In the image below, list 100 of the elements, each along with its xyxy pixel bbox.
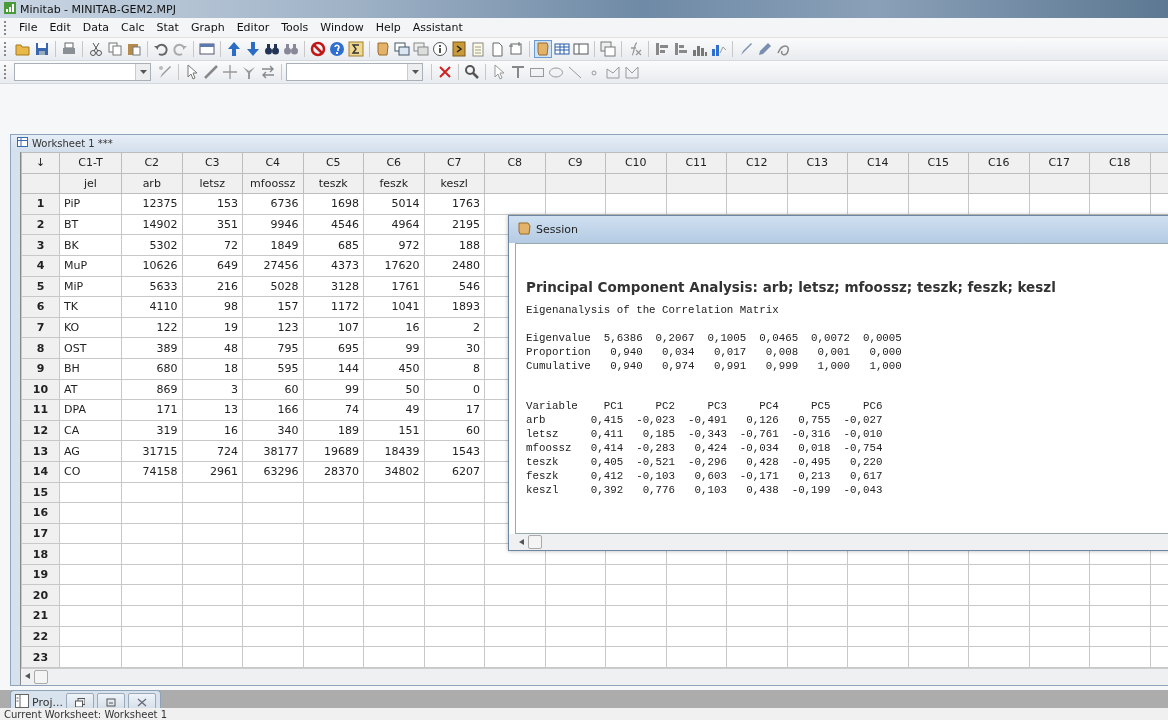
dropdown-field[interactable] (14, 63, 151, 81)
crosshair-icon[interactable] (221, 63, 239, 81)
column-header[interactable]: C13 (787, 152, 848, 174)
menu-item[interactable]: Window (314, 19, 370, 36)
panel-icon[interactable] (572, 40, 590, 58)
table-cell: 16 (363, 317, 424, 338)
table-cell: 18439 (363, 440, 424, 462)
restore-button[interactable] (66, 693, 94, 708)
row-number[interactable]: 23 (21, 646, 60, 668)
row-number[interactable]: 14 (21, 461, 60, 482)
search-icon[interactable] (463, 63, 481, 81)
scrollbar-thumb[interactable] (528, 535, 542, 549)
menu-item[interactable]: Tools (275, 19, 315, 36)
up-arrow-icon[interactable] (225, 40, 243, 58)
row-number[interactable]: 8 (21, 337, 60, 359)
row-number[interactable]: 3 (21, 234, 60, 256)
table-cell: 3 (182, 379, 243, 400)
column-header[interactable]: C15 (908, 152, 969, 174)
table-cell: 695 (303, 337, 364, 359)
column-header[interactable]: C1-T (59, 152, 122, 174)
no-sign-icon[interactable] (309, 40, 327, 58)
column-header[interactable]: C6 (363, 152, 424, 174)
save-icon[interactable] (33, 40, 51, 58)
row-number[interactable]: 19 (21, 564, 60, 585)
minimized-window-tab[interactable]: Proj... (10, 690, 161, 708)
menu-item[interactable]: Editor (230, 19, 276, 36)
bars-icon[interactable] (672, 40, 690, 58)
column-header[interactable]: C2 (121, 152, 182, 174)
dropdown-field[interactable] (286, 63, 423, 81)
column-header[interactable]: C8 (484, 152, 545, 174)
text-tool-icon[interactable] (509, 63, 527, 81)
column-header[interactable]: C16 (968, 152, 1029, 174)
row-number[interactable]: 2 (21, 214, 60, 235)
row-number[interactable]: 6 (21, 296, 60, 318)
column-header[interactable]: C7 (424, 152, 485, 174)
column-header[interactable]: C9 (545, 152, 606, 174)
row-number[interactable]: 20 (21, 584, 60, 606)
pencil-icon[interactable] (756, 40, 774, 58)
info-icon[interactable] (431, 40, 449, 58)
row-number[interactable]: 13 (21, 440, 60, 462)
copy-icon[interactable] (106, 40, 124, 58)
row-number[interactable]: 16 (21, 502, 60, 524)
row-number[interactable]: 9 (21, 358, 60, 380)
scrollbar-thumb[interactable] (34, 669, 48, 684)
row-number[interactable]: 4 (21, 255, 60, 277)
table-cell: 680 (121, 358, 182, 380)
sigma-icon[interactable] (347, 40, 365, 58)
row-number[interactable]: 15 (21, 482, 60, 503)
output-text: letsz 0,411 0,185 -0,343 -0,761 -0,316 -0,010 (526, 427, 884, 441)
column-header[interactable]: C4 (242, 152, 303, 174)
row-number[interactable]: 10 (21, 379, 60, 400)
row-number[interactable]: 18 (21, 543, 60, 565)
menu-item[interactable]: File (13, 19, 44, 36)
row-number[interactable]: 7 (21, 317, 60, 338)
column-header[interactable]: C12 (726, 152, 787, 174)
table-cell: 50 (363, 379, 424, 400)
corner-cell[interactable]: ↓ (21, 152, 60, 174)
menu-item[interactable]: Edit (43, 19, 77, 36)
scroll-left-icon[interactable] (25, 672, 30, 682)
menu-item[interactable]: Assistant (406, 19, 469, 36)
swap-arrows-icon[interactable] (259, 63, 277, 81)
frame-icon[interactable] (507, 40, 525, 58)
row-number[interactable]: 1 (21, 193, 60, 215)
scissors-icon[interactable] (87, 40, 105, 58)
table-cell: 340 (242, 420, 303, 441)
table-cell: 5028 (242, 276, 303, 297)
panel-icon (15, 693, 29, 708)
row-number[interactable]: 5 (21, 276, 60, 297)
windows-icon[interactable] (599, 40, 617, 58)
windows-icon[interactable] (393, 40, 411, 58)
column-header[interactable]: C17 (1029, 152, 1090, 174)
table-cell: 351 (182, 214, 243, 235)
grid-icon[interactable] (553, 40, 571, 58)
menu-item[interactable]: Graph (184, 19, 231, 36)
menu-item[interactable]: Stat (150, 19, 185, 36)
row-number[interactable]: 21 (21, 605, 60, 627)
table-cell: 1543 (424, 440, 485, 462)
help-icon[interactable] (328, 40, 346, 58)
column-header[interactable]: C5 (303, 152, 364, 174)
bars-icon[interactable] (653, 40, 671, 58)
row-number[interactable]: 17 (21, 523, 60, 544)
column-header[interactable]: C10 (605, 152, 666, 174)
menu-item[interactable]: Calc (115, 19, 151, 36)
table-cell: 107 (303, 317, 364, 338)
table-cell: 166 (242, 399, 303, 421)
row-number[interactable]: 12 (21, 420, 60, 441)
column-header[interactable]: C14 (847, 152, 908, 174)
down-arrow-icon[interactable] (244, 40, 262, 58)
command-icon[interactable] (450, 40, 468, 58)
column-header[interactable]: C3 (182, 152, 243, 174)
menu-item[interactable]: Help (369, 19, 407, 36)
row-number[interactable]: 22 (21, 626, 60, 647)
scroll-left-icon[interactable] (519, 537, 524, 547)
row-number[interactable]: 11 (21, 399, 60, 421)
column-header[interactable]: C18 (1089, 152, 1150, 174)
close-button[interactable] (128, 693, 156, 708)
window-icon[interactable] (198, 40, 216, 58)
table-cell: 123 (242, 317, 303, 338)
column-header[interactable]: C11 (666, 152, 727, 174)
menu-item[interactable]: Data (76, 19, 115, 36)
